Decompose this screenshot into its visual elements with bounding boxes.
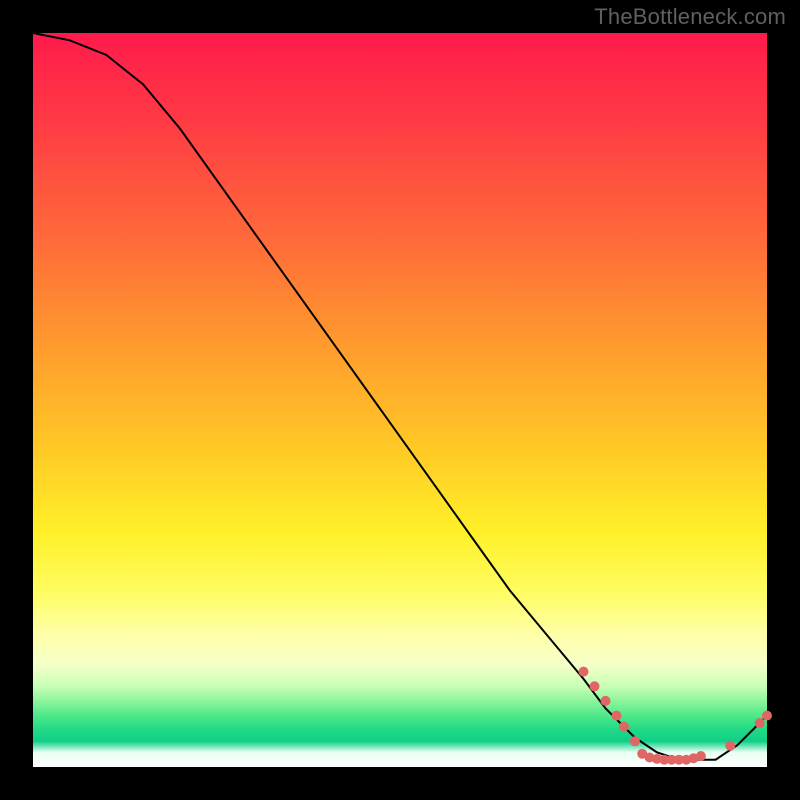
curve-line [33, 33, 767, 760]
data-point-marker [725, 741, 735, 751]
data-point-marker [619, 722, 629, 732]
data-point-marker [579, 667, 589, 677]
data-point-marker [762, 711, 772, 721]
watermark-text: TheBottleneck.com [594, 4, 786, 30]
bottleneck-curve [33, 33, 767, 767]
data-point-marker [612, 711, 622, 721]
data-point-marker [630, 736, 640, 746]
data-point-marker [696, 751, 706, 761]
data-point-marker [590, 681, 600, 691]
data-point-marker [601, 696, 611, 706]
plot-area [33, 33, 767, 767]
chart-frame: TheBottleneck.com [0, 0, 800, 800]
data-point-marker [755, 718, 765, 728]
marker-group [579, 667, 773, 765]
